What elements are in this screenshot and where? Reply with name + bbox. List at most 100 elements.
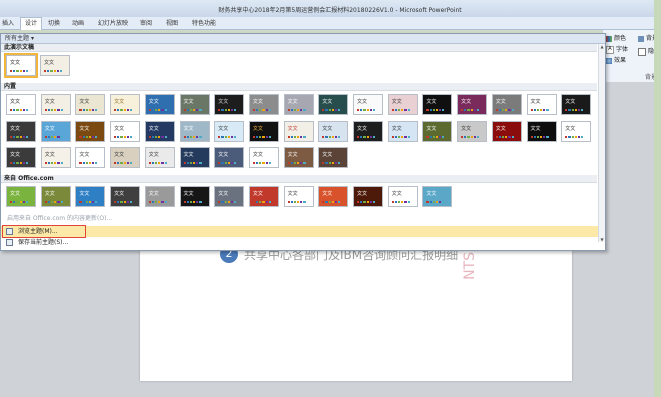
theme-thumbnail[interactable]: 文文 [422,121,453,142]
theme-thumbnail[interactable]: 文文 [248,94,279,115]
theme-thumbnail[interactable]: 文文 [353,186,383,207]
tab-view[interactable]: 视图 [166,18,178,27]
theme-thumbnail[interactable]: 文文 [491,94,522,115]
theme-thumbnail[interactable]: 文文 [561,121,592,142]
theme-thumbnail[interactable]: 文文 [387,186,418,207]
theme-thumbnail[interactable]: 文文 [283,121,314,142]
theme-thumbnail[interactable]: 文文 [457,94,488,115]
theme-thumbnail-text: 文文 [10,60,21,66]
theme-thumbnail[interactable]: 文文 [40,147,71,168]
theme-thumbnail[interactable]: 文文 [144,121,175,142]
theme-thumbnail[interactable]: 文文 [353,121,383,142]
theme-thumbnail[interactable]: 文文 [526,94,557,115]
theme-thumbnail[interactable]: 文文 [457,121,488,142]
theme-thumbnail[interactable]: 文文 [179,186,210,207]
theme-thumbnail[interactable]: 文文 [75,94,106,115]
theme-thumbnail[interactable]: 文文 [6,186,36,207]
theme-thumbnail[interactable]: 文文 [179,121,210,142]
theme-thumbnail-text: 文文 [287,99,298,105]
theme-thumbnail[interactable]: 文文 [40,94,71,115]
theme-thumbnail[interactable]: 文文 [179,94,210,115]
theme-thumbnail-text: 文文 [426,126,437,132]
tab-design[interactable]: 设计 [20,17,43,30]
theme-thumbnail[interactable]: 文文 [40,186,71,207]
theme-thumbnail-text: 文文 [252,99,263,105]
theme-thumbnail[interactable]: 文文 [110,147,141,168]
theme-thumbnail[interactable]: 文文 [214,94,245,115]
theme-thumbnail[interactable]: 文文 [110,94,141,115]
tab-insert[interactable]: 插入 [2,18,14,27]
theme-thumbnail[interactable]: 文文 [422,186,453,207]
theme-thumbnail[interactable]: 文文 [214,186,245,207]
theme-thumbnail[interactable]: 文文 [214,121,245,142]
theme-thumbnail[interactable]: 文文 [248,186,279,207]
theme-thumbnail[interactable]: 文文 [491,121,522,142]
theme-thumbnail[interactable]: 文文 [283,94,314,115]
theme-thumbnail[interactable]: 文文 [144,94,175,115]
theme-thumbnail[interactable]: 文文 [75,186,106,207]
theme-thumbnail[interactable]: 文文 [387,121,418,142]
theme-thumbnail[interactable]: 文文 [318,94,349,115]
theme-thumbnail[interactable]: 文文 [6,94,36,115]
theme-thumbnail[interactable]: 文文 [4,53,38,78]
theme-thumbnail-text: 文文 [287,152,298,158]
theme-thumbnail[interactable]: 文文 [318,121,349,142]
theme-thumbnail[interactable]: 文文 [283,147,314,168]
theme-thumbnail[interactable]: 文文 [110,186,141,207]
theme-thumbnail[interactable]: 文文 [6,147,36,168]
theme-thumbnail[interactable]: 文文 [387,94,418,115]
section-office-com: 来自 Office.com [1,175,597,183]
theme-thumbnail[interactable]: 文文 [75,147,106,168]
tab-features[interactable]: 特色功能 [192,18,216,27]
browse-themes-item[interactable]: 浏览主题(M)... [1,226,604,237]
theme-thumbnail[interactable]: 文文 [318,147,349,168]
theme-color-swatches [10,70,29,72]
theme-thumbnail-text: 文文 [252,126,263,132]
theme-thumbnail-text: 文文 [391,191,402,197]
fonts-button[interactable]: A 字体 [606,44,628,54]
theme-color-swatches [183,136,202,138]
theme-thumbnail[interactable]: 文文 [248,147,279,168]
theme-thumbnail[interactable]: 文文 [422,94,453,115]
slide-canvas[interactable]: 2 共享中心各部门及IBM咨询顾问汇报明细 NTS [140,245,572,381]
colors-button[interactable]: 颜色 [606,33,626,42]
scroll-up-icon[interactable]: ▲ [599,44,605,49]
theme-thumbnail[interactable]: 文文 [248,121,279,142]
gallery-scrollbar[interactable]: ▲ ▼ [598,44,605,242]
theme-thumbnail[interactable]: 文文 [6,121,36,142]
theme-thumbnail[interactable]: 文文 [144,186,175,207]
theme-thumbnail[interactable]: 文文 [110,121,141,142]
effects-button[interactable]: 效果 [606,55,626,64]
theme-thumbnail[interactable]: 文文 [526,121,557,142]
theme-thumbnail-text: 文文 [10,99,21,105]
theme-thumbnail[interactable]: 文文 [353,94,383,115]
theme-thumbnail[interactable]: 文文 [179,147,210,168]
theme-thumbnail[interactable]: 文文 [318,186,349,207]
theme-color-swatches [183,162,202,164]
theme-color-swatches [391,201,410,203]
section-this-presentation: 此演示文稿 [1,44,597,52]
theme-thumbnail-text: 文文 [322,191,333,197]
theme-thumbnail[interactable]: 文文 [561,94,592,115]
tab-animations[interactable]: 动画 [72,18,84,27]
theme-thumbnail[interactable]: 文文 [283,186,314,207]
tab-review[interactable]: 审阅 [140,18,152,27]
theme-thumbnail[interactable]: 文文 [214,147,245,168]
theme-color-swatches [79,136,98,138]
theme-color-swatches [183,201,202,203]
theme-thumbnail[interactable]: 文文 [40,121,71,142]
theme-thumbnail-text: 文文 [10,152,21,158]
theme-color-swatches [252,136,271,138]
save-current-theme-item[interactable]: 保存当前主题(S)... [1,237,604,248]
theme-thumbnail[interactable]: 文文 [40,55,70,76]
scroll-down-icon[interactable]: ▼ [599,237,605,242]
theme-color-swatches [287,162,306,164]
theme-color-swatches [322,162,341,164]
theme-thumbnail[interactable]: 文文 [144,147,175,168]
tab-transitions[interactable]: 切换 [48,18,60,27]
enable-office-updates-link[interactable]: 启用来自 Office.com 的内容更新(O)... [7,213,112,222]
theme-thumbnail[interactable]: 文文 [75,121,106,142]
tab-slideshow[interactable]: 幻灯片放映 [98,18,128,27]
gallery-filter[interactable]: 所有主题 ▾ [1,34,605,44]
palette-icon [606,35,612,42]
